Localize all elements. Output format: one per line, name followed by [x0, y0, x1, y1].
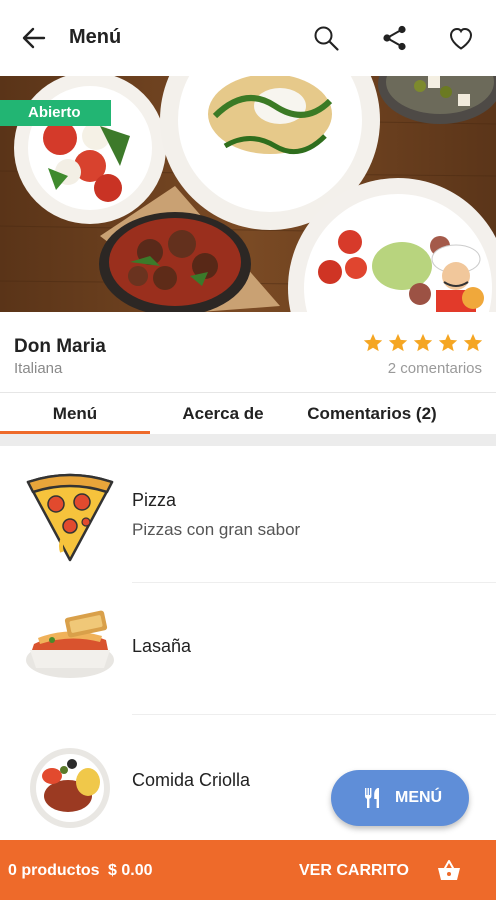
tab-about[interactable]: Acerca de — [150, 393, 296, 435]
star-icon — [463, 333, 483, 352]
share-icon[interactable] — [379, 22, 411, 54]
cart-product-count: 0 productos — [8, 862, 100, 879]
fork-knife-icon — [365, 788, 379, 808]
list-divider — [132, 714, 496, 715]
menu-item-lasagna[interactable]: Lasaña — [0, 584, 496, 716]
tab-menu[interactable]: Menú — [0, 393, 150, 435]
restaurant-info: Don Maria Italiana 2 comentarios — [0, 312, 496, 392]
star-icon — [413, 333, 433, 352]
menu-item-pizza[interactable]: Pizza Pizzas con gran sabor — [0, 446, 496, 578]
arrow-left-icon[interactable] — [18, 22, 50, 54]
menu-item-description: Pizzas con gran sabor — [132, 520, 301, 539]
view-cart-button[interactable]: VER CARRITO — [299, 862, 409, 880]
lasagna-dish-icon — [22, 596, 118, 692]
restaurant-name: Don Maria — [14, 336, 106, 357]
tab-bar: Menú Acerca de Comentarios (2) — [0, 392, 496, 434]
menu-item-name: Comida Criolla — [132, 770, 251, 790]
menu-fab-button[interactable]: MENÚ — [331, 770, 469, 826]
menu-item-name: Pizza — [132, 490, 177, 510]
page-title: Menú — [69, 26, 122, 48]
star-icon — [388, 333, 408, 352]
rating-stars — [362, 332, 484, 354]
app-bar: Menú — [0, 0, 496, 76]
list-divider — [132, 582, 496, 583]
reviews-count[interactable]: 2 comentarios — [388, 360, 482, 377]
star-icon — [363, 333, 383, 352]
status-badge: Abierto — [0, 100, 111, 126]
section-divider — [0, 434, 496, 446]
star-icon — [438, 333, 458, 352]
menu-item-name: Lasaña — [132, 636, 192, 656]
heart-icon[interactable] — [445, 22, 477, 54]
fab-label: MENÚ — [395, 789, 443, 806]
search-icon[interactable] — [310, 22, 342, 54]
restaurant-cuisine: Italiana — [14, 360, 63, 377]
basket-icon[interactable] — [436, 858, 462, 884]
cart-bar: 0 productos $ 0.00 VER CARRITO — [0, 840, 496, 900]
cart-total: $ 0.00 — [108, 862, 153, 879]
pizza-slice-icon — [22, 468, 118, 564]
creole-plate-icon — [22, 734, 118, 830]
tab-reviews[interactable]: Comentarios (2) — [296, 393, 448, 435]
